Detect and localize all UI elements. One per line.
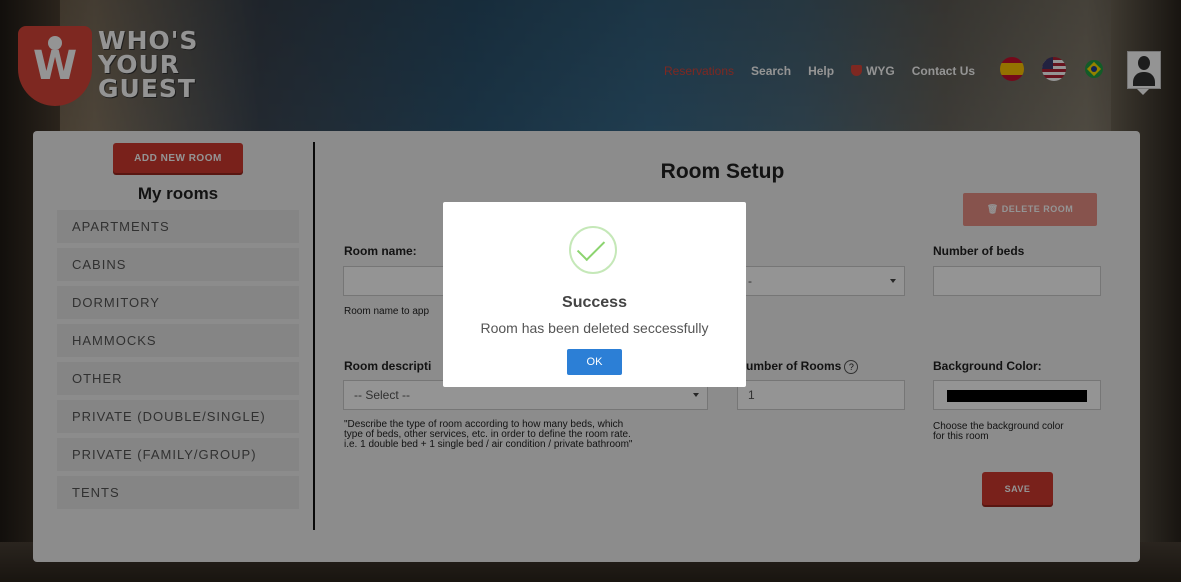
modal-title: Success — [562, 294, 627, 311]
success-check-icon — [569, 226, 617, 274]
success-modal: Success Room has been deleted seccessful… — [443, 202, 746, 387]
ok-button[interactable]: OK — [567, 349, 622, 375]
modal-message: Room has been deleted seccessfully — [480, 320, 709, 336]
